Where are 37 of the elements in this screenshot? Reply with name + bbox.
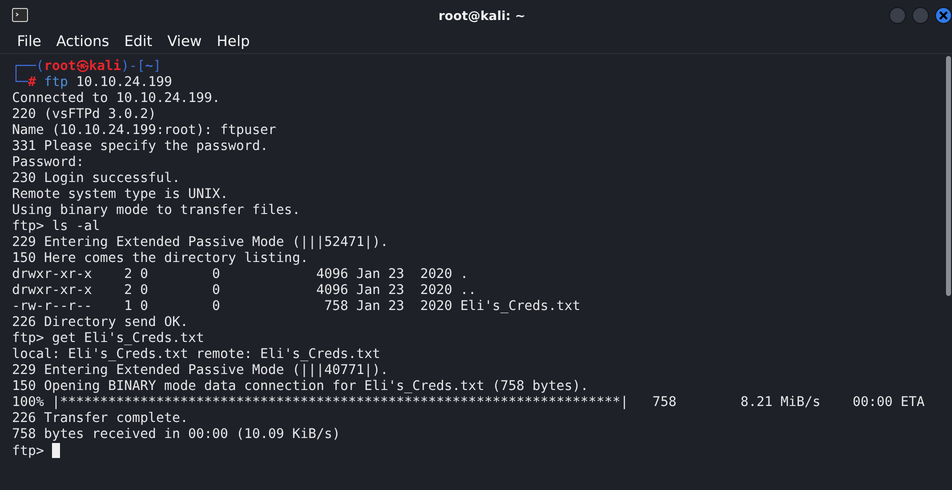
terminal-line: Name (10.10.24.199:root): ftpuser xyxy=(12,123,276,139)
terminal-line: Using binary mode to transfer files. xyxy=(12,203,300,219)
terminal-line: 229 Entering Extended Passive Mode (|||52471|). xyxy=(12,235,388,251)
terminal-line: 226 Directory send OK. xyxy=(12,315,188,331)
terminal-line: Remote system type is UNIX. xyxy=(12,187,228,203)
terminal-line: 230 Login successful. xyxy=(12,171,180,187)
close-button[interactable] xyxy=(935,6,952,24)
minimize-button[interactable] xyxy=(889,6,906,24)
prompt-line: ┌──(root㉿kali)-[~] xyxy=(12,59,162,74)
terminal-line: -rw-r--r-- 1 0 0 758 Jan 23 2020 Eli's_Creds.txt xyxy=(12,299,580,315)
terminal-line: 229 Entering Extended Passive Mode (|||40771|). xyxy=(12,363,388,379)
terminal-line: ftp> ls -al xyxy=(12,219,100,235)
terminal-line: local: Eli's_Creds.txt remote: Eli's_Creds.txt xyxy=(12,347,380,363)
terminal-line: ftp> get Eli's_Creds.txt xyxy=(12,331,204,347)
terminal-line: 100% |**********************************************************************| 758 8.21 MiB/s 00:00 ETA xyxy=(12,395,925,411)
terminal-line: Connected to 10.10.24.199. xyxy=(12,91,220,107)
terminal-line: Password: xyxy=(12,155,84,171)
menu-item[interactable]: File xyxy=(7,34,46,50)
terminal-line: 331 Please specify the password. xyxy=(12,139,268,155)
terminal-line: 150 Opening BINARY mode data connection for Eli's_Creds.txt (758 bytes). xyxy=(12,379,588,395)
menu-item[interactable]: Help xyxy=(206,34,255,50)
terminal-line: drwxr-xr-x 2 0 0 4096 Jan 23 2020 . xyxy=(12,267,468,283)
menu-item[interactable]: Actions xyxy=(46,34,114,50)
terminal-icon xyxy=(12,8,28,22)
menu-item[interactable]: Edit xyxy=(114,34,158,50)
terminal-line: ftp> xyxy=(12,444,46,459)
close-icon xyxy=(939,10,948,20)
menu-item[interactable]: View xyxy=(157,34,207,50)
terminal-line: 220 (vsFTPd 3.0.2) xyxy=(12,107,156,123)
terminal-line: 150 Here comes the directory listing. xyxy=(12,251,308,267)
maximize-button[interactable] xyxy=(912,6,929,24)
prompt-line: └─# ftp 10.10.24.199 xyxy=(12,75,172,91)
window-title: root@kali: ~ xyxy=(438,8,526,22)
terminal-line: 758 bytes received in 00:00 (10.09 KiB/s) xyxy=(12,427,340,443)
terminal-line: drwxr-xr-x 2 0 0 4096 Jan 23 2020 .. xyxy=(12,283,476,299)
scrollbar-thumb[interactable] xyxy=(946,56,951,296)
terminal-line: 226 Transfer complete. xyxy=(12,411,188,427)
